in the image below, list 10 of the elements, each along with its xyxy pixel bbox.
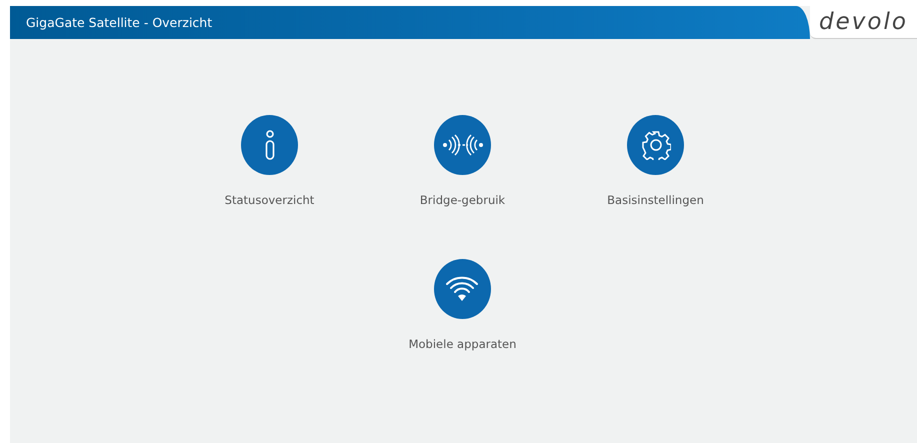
tile-link[interactable]: Bridge-gebruik bbox=[420, 193, 506, 207]
settings-icon bbox=[640, 130, 670, 160]
info-icon bbox=[262, 130, 276, 160]
logo: devolo bbox=[810, 6, 917, 39]
window-title: GigaGate Satellite - Overzicht bbox=[10, 6, 810, 39]
wifi-icon bbox=[445, 275, 480, 303]
tile-link[interactable]: Basisinstellingen bbox=[607, 193, 704, 207]
signal-link-icon bbox=[442, 134, 484, 156]
tile-link[interactable]: Statusoverzicht bbox=[224, 193, 314, 207]
tile-link[interactable]: Mobiele apparaten bbox=[408, 337, 516, 351]
